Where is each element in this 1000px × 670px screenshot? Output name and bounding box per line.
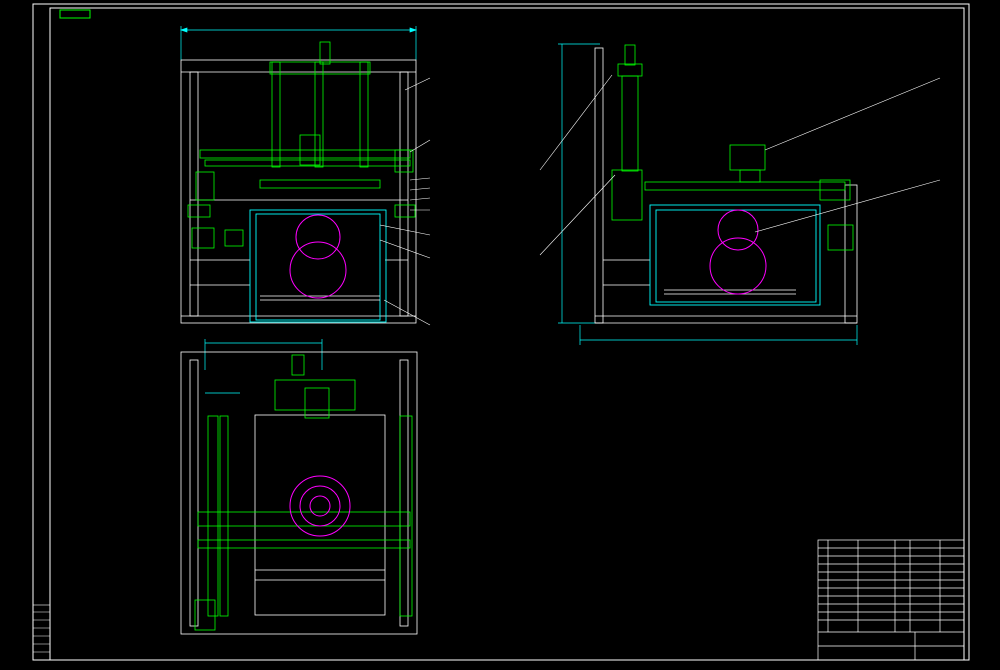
cad-drawing-canvas	[0, 0, 1000, 666]
